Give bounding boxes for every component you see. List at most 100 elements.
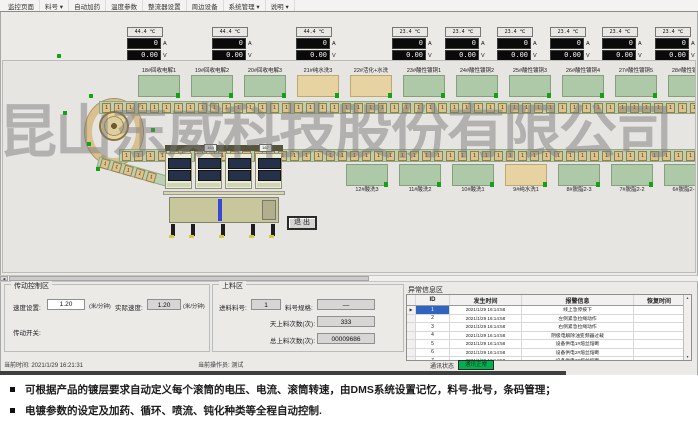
day-count-label: 天上料次数(次): <box>217 318 315 328</box>
carrier-cell: 1 <box>302 151 311 161</box>
alarm-column-header: 报警信息 <box>522 295 634 305</box>
carrier-cell: 1 <box>630 103 639 113</box>
carrier-cell: 1 <box>446 151 455 161</box>
carrier-cell: 1 <box>350 151 359 161</box>
total-count-value: 00009686 <box>317 333 375 344</box>
feed-no-value: 1 <box>251 299 281 310</box>
carrier-cell: 1 <box>498 103 507 113</box>
machine-cabinet <box>225 153 252 189</box>
carrier-cell: 1 <box>686 151 695 161</box>
menu-item[interactable]: 自动加药 <box>69 0 106 11</box>
alarm-row[interactable]: 22021/1/29 16:14:58左侧紧急拉绳动作 <box>407 315 691 324</box>
unit-label: A <box>586 41 590 47</box>
status-light-icon <box>57 54 61 58</box>
alarm-row[interactable]: 42021/1/29 16:14:58阴极电解除油变频器过载 <box>407 332 691 341</box>
amp-display: 0 <box>296 38 330 49</box>
meter-group: 23.4 ℃0A0.00V <box>653 27 697 61</box>
tank: 20#回收电解3 <box>244 67 286 97</box>
tank-body <box>403 75 445 97</box>
carrier-cell: 1 <box>366 103 375 113</box>
tank-status-icon <box>176 93 180 98</box>
scroll-down-icon[interactable]: ▼ <box>686 355 689 359</box>
tank-body <box>350 75 392 97</box>
line-diagram: 1111111111111111111111111111111111111111… <box>2 60 696 273</box>
horizontal-scrollbar[interactable]: ◀ <box>0 275 698 282</box>
carrier-cell: 1 <box>100 158 111 170</box>
carrier-cell: 1 <box>458 151 467 161</box>
tank-label: 18#回收电解1 <box>138 67 180 75</box>
meter-group: 23.4 ℃0A0.00V <box>600 27 644 61</box>
carrier-cell: 1 <box>222 103 231 113</box>
loading-panel-title: 上料区 <box>219 281 246 291</box>
scrollbar-thumb[interactable] <box>9 276 369 281</box>
carrier-cell: 1 <box>326 151 335 161</box>
speed-unit-label: (米/分钟) <box>89 302 111 310</box>
tank: 28#酸性镀铜6 <box>668 67 696 97</box>
amp-display: 0 <box>212 38 246 49</box>
unit-label: A <box>638 41 642 47</box>
tank-label: 22#活化+水洗 <box>350 67 392 75</box>
amp-display: 0 <box>445 38 479 49</box>
menu-item[interactable]: 温度参数 <box>106 0 143 11</box>
carrier-cell: 1 <box>386 151 395 161</box>
menu-item[interactable]: 料号 ▾ <box>40 0 69 11</box>
carrier-cell: 1 <box>314 151 323 161</box>
alarm-column-header: 发生时间 <box>450 295 522 305</box>
tank: 7#脱脂2-2 <box>611 164 653 194</box>
alarm-row[interactable]: 62021/1/29 16:14:58设备供电2#熔丝熔断 <box>407 349 691 358</box>
carrier-cell: 1 <box>122 151 131 161</box>
machine-cabinet <box>195 153 222 189</box>
machine-side-panel <box>262 200 276 220</box>
tank-label: 20#回收电解3 <box>244 67 286 75</box>
alarm-row[interactable]: 52021/1/29 16:14:58设备供电1#熔丝熔断 <box>407 340 691 349</box>
carrier-cell: 1 <box>638 151 647 161</box>
exit-button[interactable]: 退 出 <box>287 216 317 230</box>
alarm-column-header: 恢复时间 <box>634 295 685 305</box>
carrier-cell: 1 <box>578 151 587 161</box>
temp-display: 44.4 ℃ <box>212 27 248 37</box>
carrier-cell: 1 <box>174 103 183 113</box>
meter-group: 23.4 ℃0A0.00V <box>443 27 487 61</box>
menu-item[interactable]: 系统管理 ▾ <box>224 0 266 11</box>
carrier-cell: 1 <box>390 103 399 113</box>
machine-body <box>169 197 279 223</box>
unit-label: A <box>691 41 695 47</box>
carrier-cell: 1 <box>290 151 299 161</box>
tank: 27#酸性镀铜5 <box>615 67 657 97</box>
status-light-icon <box>89 94 93 98</box>
tank-body <box>297 75 339 97</box>
alarm-column-header: ID <box>416 295 450 305</box>
menu-item[interactable]: 整流器设置 <box>143 0 187 11</box>
lower-tank-row: 12#酸洗311#酸洗210#酸洗19#纯水洗18#脱脂2-37#脱脂2-26#… <box>346 164 696 194</box>
carrier-cell: 1 <box>542 151 551 161</box>
alarm-scrollbar[interactable]: ▲ ▼ <box>683 295 691 360</box>
carrier-cell: 1 <box>606 103 615 113</box>
machine-counter-tag: 164 <box>204 144 217 152</box>
speed-set-label: 速度设置: <box>13 302 41 312</box>
carrier-cell: 1 <box>210 103 219 113</box>
tank-body <box>452 164 494 186</box>
scroll-left-icon[interactable]: ◀ <box>0 276 8 281</box>
carrier-cell: 1 <box>582 103 591 113</box>
menu-item[interactable]: 周边设备 <box>187 0 224 11</box>
carrier-cell: 1 <box>546 103 555 113</box>
temp-display: 23.4 ℃ <box>497 27 533 37</box>
speed-set-input[interactable] <box>47 299 85 310</box>
tank-status-icon <box>490 182 494 187</box>
scroll-up-icon[interactable]: ▲ <box>686 296 689 300</box>
alarm-row[interactable]: ▶12021/1/29 16:14:58线上急停按下 <box>407 306 691 315</box>
note-line: 电镀参数的设定及加药、循环、喷流、钝化种类等全程自动控制. <box>0 404 698 418</box>
carrier-cell: 1 <box>186 103 195 113</box>
alarm-table[interactable]: ID发生时间报警信息恢复时间 ▶12021/1/29 16:14:58线上急停按… <box>406 294 692 361</box>
alarm-table-header: ID发生时间报警信息恢复时间 <box>407 295 691 306</box>
carrier-cell: 1 <box>690 103 696 113</box>
tank: 23#酸性镀铜1 <box>403 67 445 97</box>
carrier-cell: 1 <box>590 151 599 161</box>
upper-tank-row: 18#回收电解119#回收电解220#回收电解321#纯水洗322#活化+水洗2… <box>138 67 696 97</box>
alarm-row[interactable]: 32021/1/29 16:14:58右侧紧急拉绳动作 <box>407 323 691 332</box>
menu-item[interactable]: 监控页面 <box>3 0 40 11</box>
tank: 26#酸性镀铜4 <box>562 67 604 97</box>
loading-machine: 164167 <box>163 141 285 238</box>
carrier-cell: 1 <box>111 161 122 173</box>
menu-item[interactable]: 说明 ▾ <box>266 0 295 11</box>
